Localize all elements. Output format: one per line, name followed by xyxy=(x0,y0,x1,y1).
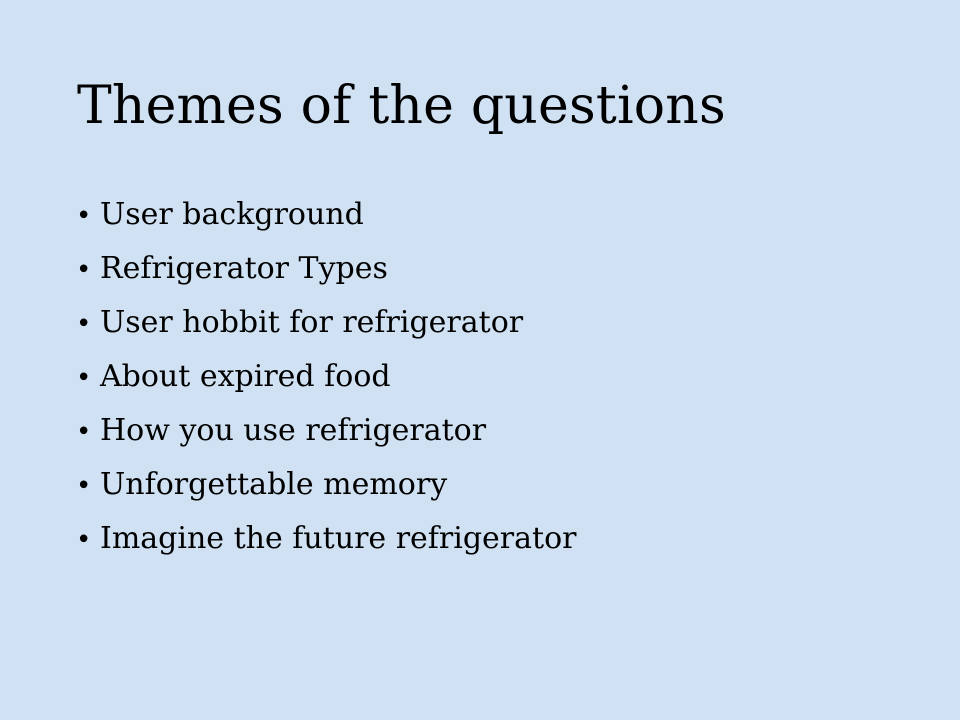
bullet-text-how-you-use: How you use refrigerator xyxy=(100,413,487,448)
bullet-item: • How you use refrigerator xyxy=(76,410,576,464)
bullet-dot-icon: • xyxy=(76,201,92,231)
bullet-item: • User background xyxy=(76,194,576,248)
bullet-dot-icon: • xyxy=(76,255,92,285)
bullet-text-refrigerator-types: Refrigerator Types xyxy=(100,251,388,286)
bullet-text-user-background: User background xyxy=(100,197,364,232)
bullet-list: • User background • Refrigerator Types •… xyxy=(76,194,576,572)
bullet-item: • User hobbit for refrigerator xyxy=(76,302,576,356)
bullet-item: • Unforgettable memory xyxy=(76,464,576,518)
bullet-item: • Refrigerator Types xyxy=(76,248,576,302)
slide-title: Themes of the questions xyxy=(77,76,726,136)
bullet-text-unforgettable-memory: Unforgettable memory xyxy=(100,467,448,502)
bullet-text-imagine-future: Imagine the future refrigerator xyxy=(100,521,577,556)
bullet-dot-icon: • xyxy=(76,363,92,393)
bullet-dot-icon: • xyxy=(76,309,92,339)
bullet-item: • About expired food xyxy=(76,356,576,410)
bullet-text-expired-food: About expired food xyxy=(100,359,391,394)
bullet-text-user-hobbit: User hobbit for refrigerator xyxy=(100,305,524,340)
bullet-item: • Imagine the future refrigerator xyxy=(76,518,576,572)
slide: Themes of the questions • User backgroun… xyxy=(0,0,960,720)
bullet-dot-icon: • xyxy=(76,471,92,501)
bullet-dot-icon: • xyxy=(76,417,92,447)
bullet-dot-icon: • xyxy=(76,525,92,555)
